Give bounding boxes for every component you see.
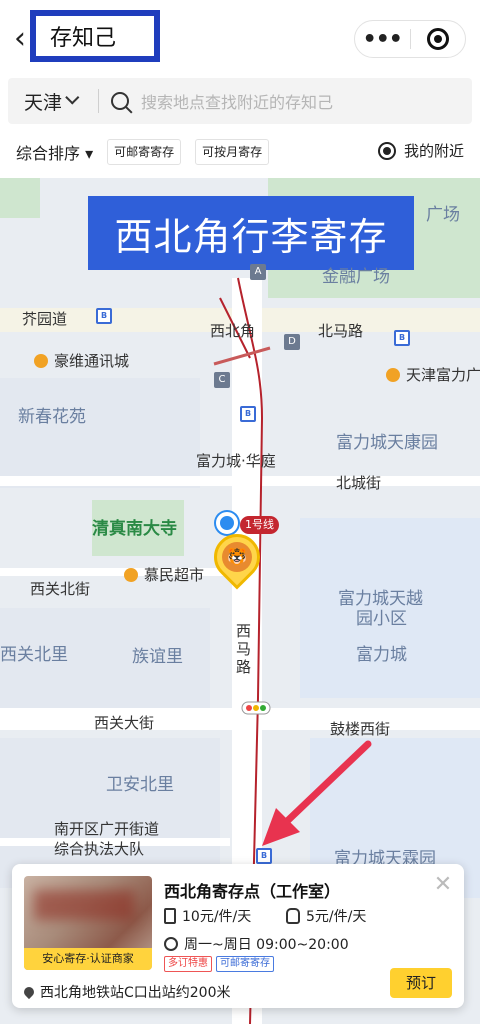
more-dots-icon[interactable]: ••• <box>355 27 410 52</box>
map-label: 族谊里 <box>132 647 183 667</box>
storage-point-card[interactable]: 安心寄存·认证商家 西北角寄存点（工作室） ✕ 10元/件/天 5元/件/天 周… <box>12 864 464 1008</box>
map-label: 北马路 <box>318 322 364 340</box>
map-label: 南开区广开街道 <box>54 820 160 838</box>
map-label: 西关北里 <box>0 645 68 665</box>
verified-caption: 安心寄存·认证商家 <box>24 948 152 970</box>
sort-dropdown[interactable]: 综合排序 ▾ <box>16 140 93 164</box>
metro-exit-a: A <box>250 264 266 280</box>
miniprogram-capsule: ••• <box>354 20 466 58</box>
price-luggage-text: 10元/件/天 <box>182 909 252 925</box>
map-label: 富力城天康园 <box>336 433 438 453</box>
search-box: 天津 搜索地点查找附近的存知己 <box>8 78 472 124</box>
map-label: 金融广场 <box>322 267 390 287</box>
city-name: 天津 <box>24 91 63 114</box>
metro-exit-d: D <box>284 334 300 350</box>
filter-tag-mail[interactable]: 可邮寄寄存 <box>107 139 182 165</box>
search-icon <box>111 92 130 110</box>
map-label: 园小区 <box>356 609 407 629</box>
search-input[interactable]: 搜索地点查找附近的存知己 <box>141 89 333 113</box>
clock-icon <box>164 937 178 951</box>
store-name: 西北角寄存点（工作室） <box>164 882 341 901</box>
map-label: 富力城·华庭 <box>196 452 276 470</box>
my-location-dot <box>216 512 238 534</box>
top-nav: ‹ 存知己 ••• <box>0 0 480 78</box>
nearby-label: 我的附近 <box>403 142 464 160</box>
map-poi: 豪维通讯城 <box>34 350 129 371</box>
map-label: 鼓楼西街 <box>330 720 391 738</box>
map-poi: 慕民超市 <box>124 564 204 585</box>
map-poi: 天津富力广 <box>386 364 480 385</box>
page-title: 存知己 <box>30 10 160 62</box>
filter-row: 综合排序 ▾ 可邮寄寄存 可按月寄存 我的附近 <box>0 126 480 178</box>
book-button[interactable]: 预订 <box>390 968 452 998</box>
map-label: 清真南大寺 <box>92 519 177 539</box>
map-label: 西关北街 <box>30 580 91 598</box>
map-label: 西马路 <box>236 622 252 676</box>
price-luggage: 10元/件/天 <box>164 906 251 926</box>
price-backpack-text: 5元/件/天 <box>306 909 367 925</box>
mail-tag: 可邮寄寄存 <box>216 956 274 972</box>
chevron-down-icon <box>65 90 80 105</box>
bus-stop-icon: B <box>240 406 256 422</box>
tiger-mascot-icon: 🐯 <box>222 542 252 572</box>
map-label: 卫安北里 <box>106 775 174 795</box>
metro-exit-c: C <box>214 372 230 388</box>
nearby-button[interactable]: 我的附近 <box>377 140 464 161</box>
map-label: 芥园道 <box>22 310 68 328</box>
bus-stop-icon: B <box>394 330 410 346</box>
search-divider <box>98 89 100 113</box>
price-backpack: 5元/件/天 <box>286 906 366 926</box>
bus-stop-icon: B <box>256 848 272 864</box>
location-pin-icon <box>21 984 37 1000</box>
map-banner: 西北角行李寄存 <box>88 196 414 270</box>
map-label: 西关大街 <box>94 714 155 732</box>
map-label: 西北角 <box>210 322 256 340</box>
map-label: 新春花苑 <box>18 407 86 427</box>
luggage-icon <box>164 908 176 924</box>
promo-tag: 多订特惠 <box>164 956 212 972</box>
store-address: 西北角地铁站C口出站约200米 <box>21 982 231 1002</box>
opening-hours-text: 周一~周日 09:00~20:00 <box>184 937 349 953</box>
thumbnail-blur <box>34 890 134 920</box>
search-row: 天津 搜索地点查找附近的存知己 <box>0 78 480 126</box>
filter-tag-monthly[interactable]: 可按月寄存 <box>195 139 270 165</box>
backpack-icon <box>286 908 300 924</box>
page-title-text: 存知己 <box>50 26 117 51</box>
locate-icon <box>377 141 396 160</box>
metro-line-badge: 1号线 <box>240 516 279 534</box>
store-address-text: 西北角地铁站C口出站约200米 <box>40 985 231 1001</box>
close-miniprogram-button[interactable] <box>410 28 465 50</box>
map-label: 广场 <box>426 205 460 225</box>
opening-hours: 周一~周日 09:00~20:00 <box>164 934 349 954</box>
store-thumbnail[interactable]: 安心寄存·认证商家 <box>24 876 152 970</box>
bus-stop-icon: B <box>96 308 112 324</box>
target-close-icon <box>426 28 449 50</box>
close-icon[interactable]: ✕ <box>432 874 454 896</box>
map-label: 综合执法大队 <box>54 840 145 858</box>
map-label: 北城街 <box>336 474 382 492</box>
city-selector[interactable]: 天津 <box>8 88 80 115</box>
map-label: 富力城 <box>356 645 407 665</box>
